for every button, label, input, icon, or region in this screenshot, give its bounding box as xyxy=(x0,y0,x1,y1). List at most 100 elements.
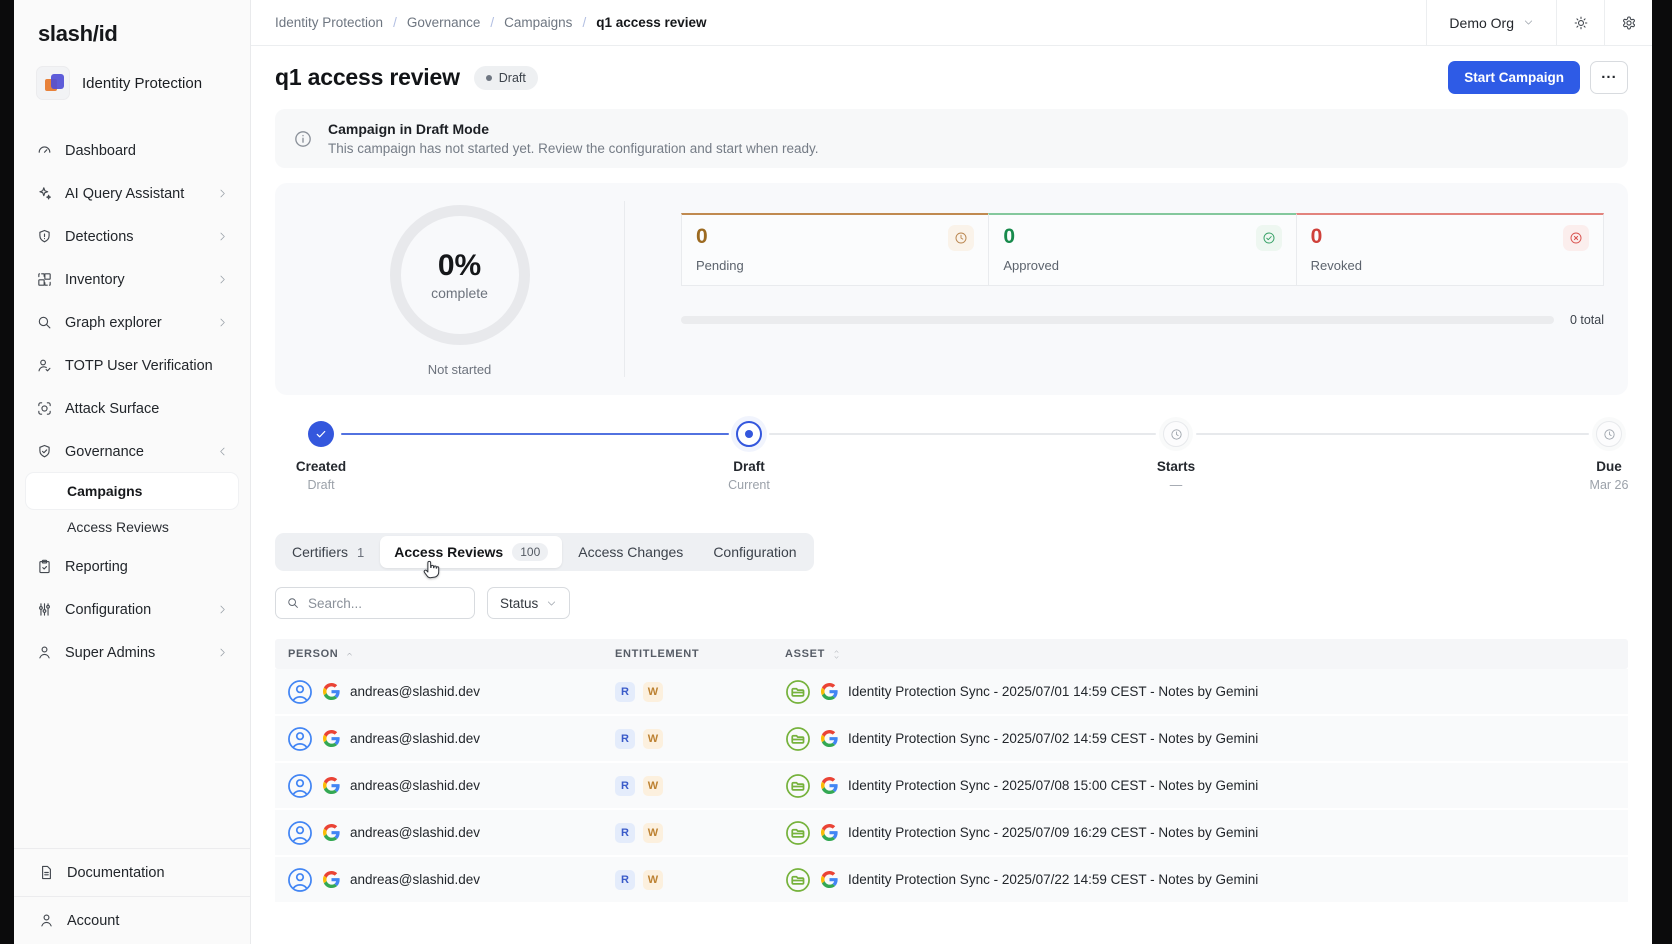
total-progress: 0 total xyxy=(681,313,1604,327)
breadcrumb-separator: / xyxy=(490,15,494,30)
entitlement-cell: R W xyxy=(615,776,785,796)
topbar: Identity Protection / Governance / Campa… xyxy=(251,0,1652,46)
breadcrumb-separator: / xyxy=(582,15,586,30)
sidebar-item-inventory[interactable]: Inventory xyxy=(26,258,238,301)
sidebar-item-account[interactable]: Account xyxy=(14,896,250,944)
sidebar-item-totp-user-verification[interactable]: TOTP User Verification xyxy=(26,344,238,387)
folder-icon xyxy=(785,867,811,893)
table-row[interactable]: andreas@slashid.dev R W Identity Protect… xyxy=(275,810,1628,857)
tab-count-badge: 100 xyxy=(512,543,548,561)
timeline-step-created: Created Draft xyxy=(241,421,401,492)
chevron-down-icon xyxy=(546,598,557,609)
progress-percent: 0% xyxy=(438,249,481,283)
table-row[interactable]: andreas@slashid.dev R W Identity Protect… xyxy=(275,763,1628,810)
banner-text: Campaign in Draft Mode This campaign has… xyxy=(328,121,819,156)
asset-name: Identity Protection Sync - 2025/07/22 14… xyxy=(848,872,1258,887)
tab-access-changes[interactable]: Access Changes xyxy=(564,536,697,568)
check-circle-icon xyxy=(1256,225,1282,251)
person-email: andreas@slashid.dev xyxy=(350,872,480,887)
campaign-overview-card: 0% complete Not started 0 Pending xyxy=(275,183,1628,395)
sidebar-item-label: Campaigns xyxy=(67,483,142,499)
sidebar-item-super-admins[interactable]: Super Admins xyxy=(26,631,238,674)
draft-mode-banner: Campaign in Draft Mode This campaign has… xyxy=(275,109,1628,168)
asset-cell: Identity Protection Sync - 2025/07/01 14… xyxy=(785,679,1628,705)
tab-access-reviews[interactable]: Access Reviews 100 xyxy=(380,536,562,568)
sidebar-item-reporting[interactable]: Reporting xyxy=(26,545,238,588)
breadcrumb-campaigns[interactable]: Campaigns xyxy=(504,15,572,30)
chevron-right-icon xyxy=(217,317,228,328)
folder-icon xyxy=(785,679,811,705)
product-switcher[interactable]: Identity Protection xyxy=(26,61,238,105)
person-avatar-icon xyxy=(287,726,313,752)
person-cell: andreas@slashid.dev xyxy=(275,726,615,752)
access-reviews-table: PERSON ENTITLEMENT ASSET xyxy=(275,639,1628,904)
timeline-step-starts: Starts — xyxy=(1096,421,1256,492)
breadcrumb-identity-protection[interactable]: Identity Protection xyxy=(275,15,383,30)
chevron-up-icon xyxy=(217,446,228,457)
table-row[interactable]: andreas@slashid.dev R W Identity Protect… xyxy=(275,857,1628,904)
total-count: 0 total xyxy=(1570,313,1604,327)
table-row[interactable]: andreas@slashid.dev R W Identity Protect… xyxy=(275,669,1628,716)
x-circle-icon xyxy=(1563,225,1589,251)
sidebar-item-attack-surface[interactable]: Attack Surface xyxy=(26,387,238,430)
search-box[interactable] xyxy=(275,587,475,619)
table-row[interactable]: andreas@slashid.dev R W Identity Protect… xyxy=(275,716,1628,763)
breadcrumb-governance[interactable]: Governance xyxy=(407,15,481,30)
search-icon xyxy=(36,314,53,331)
settings-button[interactable] xyxy=(1604,0,1652,45)
column-header-asset[interactable]: ASSET xyxy=(785,648,1628,660)
search-input[interactable] xyxy=(308,596,464,611)
banner-message: This campaign has not started yet. Revie… xyxy=(328,141,819,156)
column-header-person[interactable]: PERSON xyxy=(275,648,615,660)
sidebar-item-label: Attack Surface xyxy=(65,401,159,417)
mouse-cursor-icon xyxy=(421,558,443,580)
tab-certifiers[interactable]: Certifiers 1 xyxy=(278,536,378,568)
header-actions: Start Campaign ... xyxy=(1448,61,1628,94)
sidebar-item-ai-query-assistant[interactable]: AI Query Assistant xyxy=(26,172,238,215)
tab-configuration[interactable]: Configuration xyxy=(699,536,810,568)
person-cell: andreas@slashid.dev xyxy=(275,679,615,705)
current-step-icon xyxy=(736,421,762,447)
tab-label: Access Changes xyxy=(578,544,683,560)
sidebar-item-governance[interactable]: Governance xyxy=(26,430,238,473)
org-selector[interactable]: Demo Org xyxy=(1426,0,1556,45)
status-dot xyxy=(486,75,492,81)
person-cell: andreas@slashid.dev xyxy=(275,820,615,846)
timeline-step-title: Starts xyxy=(1157,459,1195,474)
sidebar-item-documentation[interactable]: Documentation xyxy=(14,849,250,896)
user-icon xyxy=(36,644,53,661)
write-badge: W xyxy=(643,776,663,796)
sidebar-item-configuration[interactable]: Configuration xyxy=(26,588,238,631)
page-content: q1 access review Draft Start Campaign ..… xyxy=(251,46,1652,904)
google-icon xyxy=(821,730,838,747)
check-icon xyxy=(308,421,334,447)
start-campaign-button[interactable]: Start Campaign xyxy=(1448,61,1580,94)
more-options-button[interactable]: ... xyxy=(1590,61,1628,94)
timeline-step-subtitle: Draft xyxy=(307,478,334,492)
tab-label: Certifiers xyxy=(292,544,348,560)
revoked-label: Revoked xyxy=(1311,258,1589,273)
sidebar-item-campaigns[interactable]: Campaigns xyxy=(26,473,238,509)
person-cell: andreas@slashid.dev xyxy=(275,773,615,799)
sidebar-item-dashboard[interactable]: Dashboard xyxy=(26,129,238,172)
user-icon xyxy=(38,912,55,929)
status-filter-dropdown[interactable]: Status xyxy=(487,587,570,619)
sidebar-item-access-reviews[interactable]: Access Reviews xyxy=(26,509,238,545)
person-email: andreas@slashid.dev xyxy=(350,778,480,793)
document-icon xyxy=(38,864,55,881)
sidebar-item-label: Configuration xyxy=(65,602,151,618)
person-cell: andreas@slashid.dev xyxy=(275,867,615,893)
clock-icon xyxy=(1163,421,1189,447)
asset-cell: Identity Protection Sync - 2025/07/08 15… xyxy=(785,773,1628,799)
sidebar-item-detections[interactable]: Detections xyxy=(26,215,238,258)
read-badge: R xyxy=(615,870,635,890)
total-progress-bar xyxy=(681,316,1554,324)
folder-icon xyxy=(785,773,811,799)
sidebar-item-label: Access Reviews xyxy=(67,519,169,535)
sidebar-item-graph-explorer[interactable]: Graph explorer xyxy=(26,301,238,344)
sidebar-footer: Documentation Account xyxy=(14,848,250,944)
timeline-step-subtitle: Current xyxy=(728,478,770,492)
theme-toggle-button[interactable] xyxy=(1556,0,1604,45)
shield-alert-icon xyxy=(36,228,53,245)
column-header-entitlement[interactable]: ENTITLEMENT xyxy=(615,648,785,660)
